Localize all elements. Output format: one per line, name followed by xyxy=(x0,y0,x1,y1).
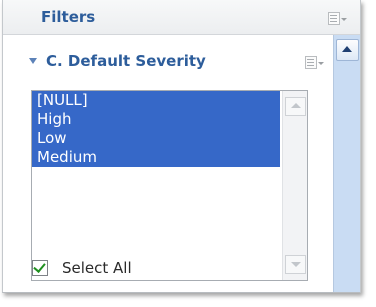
listbox-scroll-down-button[interactable] xyxy=(285,255,306,274)
list-item[interactable]: High xyxy=(32,110,280,129)
chevron-down-icon xyxy=(291,262,301,267)
list-item[interactable]: Medium xyxy=(32,148,280,167)
filters-content: C. Default Severity [NULL] High Low Medi… xyxy=(3,35,333,292)
select-all-checkbox[interactable] xyxy=(32,260,48,276)
chevron-up-icon xyxy=(291,103,301,108)
filters-title: Filters xyxy=(41,8,96,26)
listbox-scroll-up-button[interactable] xyxy=(285,97,306,116)
severity-listbox[interactable]: [NULL] High Low Medium xyxy=(31,90,308,281)
filters-panel: Filters C. Default Severity [NULL] High … xyxy=(2,0,361,293)
filters-header: Filters xyxy=(3,0,360,35)
filters-scrollbar[interactable] xyxy=(333,35,360,292)
section-menu-icon[interactable] xyxy=(305,56,325,70)
listbox-scrollbar[interactable] xyxy=(282,91,307,280)
severity-options: [NULL] High Low Medium xyxy=(32,91,280,167)
panel-menu-icon[interactable] xyxy=(328,12,348,26)
scroll-up-button[interactable] xyxy=(336,39,359,61)
checkmark-icon xyxy=(33,260,46,273)
list-item[interactable]: [NULL] xyxy=(32,91,280,110)
section-header-default-severity[interactable]: C. Default Severity xyxy=(3,35,333,83)
chevron-up-icon xyxy=(342,46,352,52)
list-item[interactable]: Low xyxy=(32,129,280,148)
select-all-label[interactable]: Select All xyxy=(62,259,132,277)
section-title: C. Default Severity xyxy=(46,52,206,70)
collapse-triangle-icon[interactable] xyxy=(29,58,37,64)
